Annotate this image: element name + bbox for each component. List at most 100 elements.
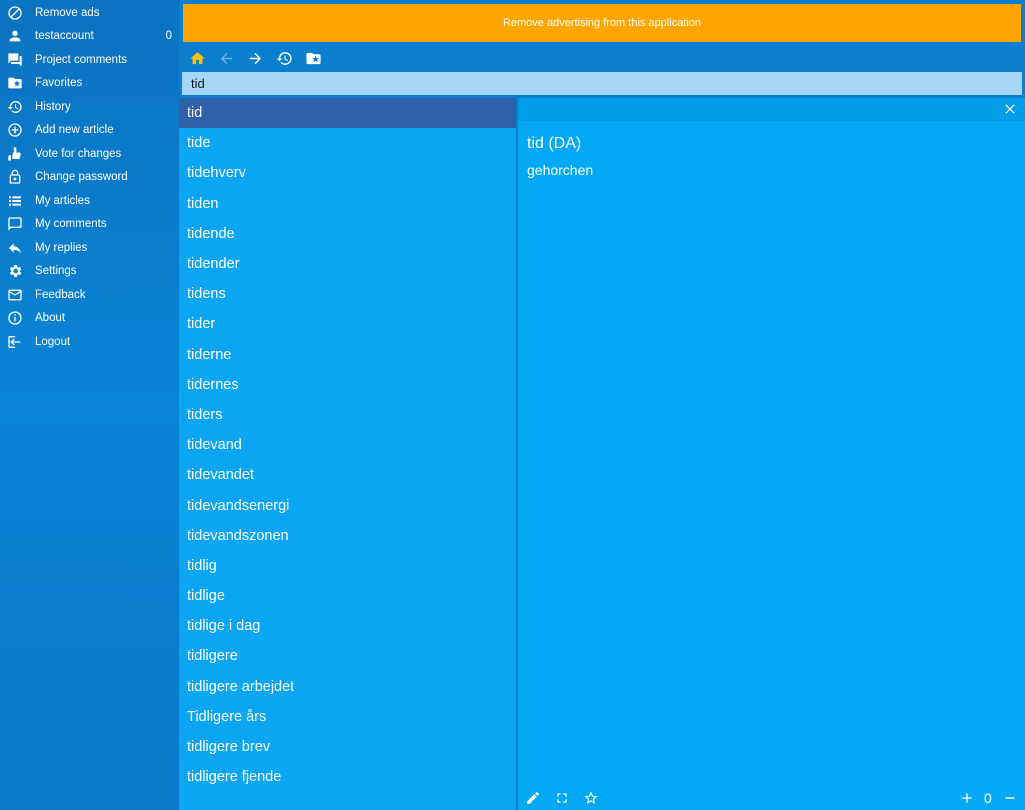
sidebar-item-about[interactable]: About (0, 307, 179, 330)
sidebar-item-vote-for-changes[interactable]: Vote for changes (0, 142, 179, 165)
word-list-item[interactable]: tidlig (179, 551, 516, 581)
block-icon (6, 4, 23, 21)
home-button[interactable] (183, 46, 212, 70)
sidebar-item-history[interactable]: History (0, 95, 179, 118)
back-button[interactable] (212, 46, 241, 70)
word-list-item[interactable]: tidevandsenergi (179, 490, 516, 520)
sidebar-item-my-replies[interactable]: My replies (0, 236, 179, 259)
sidebar-item-label: Feedback (35, 288, 86, 301)
favorites-button[interactable] (299, 46, 328, 70)
gear-icon (6, 263, 23, 280)
word-list-item[interactable]: tiderne (179, 340, 516, 370)
zoom-out-icon (1005, 797, 1015, 799)
sidebar-item-label: Add new article (35, 124, 114, 136)
history-button[interactable] (270, 46, 299, 70)
history-icon (6, 98, 23, 115)
star-icon (584, 791, 598, 804)
sidebar-item-label: Project comments (35, 53, 128, 66)
favorite-folder-icon (306, 52, 321, 64)
fullscreen-icon (557, 793, 567, 803)
word-list-item[interactable]: tidender (179, 249, 516, 279)
sidebar-item-logout[interactable]: Logout (0, 330, 179, 353)
sidebar-item-testaccount[interactable]: testaccount 0 (0, 25, 179, 48)
word-list-item[interactable]: tider (179, 309, 516, 339)
word-list-item[interactable]: tidligere arbejdet (179, 672, 516, 702)
add-circle-icon (6, 122, 23, 139)
sidebar-item-project-comments[interactable]: Project comments (0, 48, 179, 71)
word-list-item[interactable]: tidernes (179, 370, 516, 400)
detail-header (518, 98, 1025, 121)
word-list-item[interactable]: tidligere brev (179, 732, 516, 762)
word-list-item[interactable]: tidende (179, 219, 516, 249)
sidebar-item-label: Vote for changes (35, 147, 122, 160)
sidebar-item-favorites[interactable]: Favorites (0, 72, 179, 95)
word-list-item[interactable]: tid (179, 98, 516, 129)
word-list-item[interactable]: tidevandet (179, 460, 516, 490)
detail-pane: tid (DA) gehorchen 0 (518, 98, 1025, 810)
forward-button[interactable] (241, 46, 270, 70)
sidebar-item-label: History (35, 100, 71, 113)
sidebar-item-label: Settings (35, 265, 77, 277)
zoom-level: 0 (984, 790, 992, 806)
sidebar-item-label: testaccount (35, 30, 94, 42)
zoom-out-button[interactable] (1002, 790, 1018, 806)
zoom-in-button[interactable] (959, 790, 975, 806)
word-list-item[interactable]: Tidligere års (179, 702, 516, 732)
back-arrow-icon (220, 52, 233, 64)
sidebar-item-label: Change password (35, 171, 128, 183)
sidebar-item-label: About (35, 312, 66, 324)
remove-ads-banner[interactable]: Remove advertising from this application (183, 4, 1021, 42)
sidebar-item-settings[interactable]: Settings (0, 260, 179, 283)
word-list-item[interactable]: tidligere fjende (179, 762, 516, 792)
favorite-folder-icon (6, 75, 23, 92)
word-list[interactable]: tid tide tidehverv tiden tidende tidender tide… (179, 98, 516, 810)
word-list-item[interactable]: tidevand (179, 430, 516, 460)
sidebar-item-label: My replies (35, 241, 88, 254)
zoom-in-icon (962, 793, 972, 803)
sidebar-item-label: My comments (35, 218, 107, 230)
sidebar-item-my-comments[interactable]: My comments (0, 213, 179, 236)
article-translation: gehorchen (527, 162, 594, 178)
lock-icon (6, 169, 23, 186)
word-list-item[interactable]: tidlige (179, 581, 516, 611)
toolbar (183, 46, 328, 70)
edit-icon (527, 791, 540, 804)
word-list-item[interactable]: tide (179, 128, 516, 158)
word-list-item[interactable]: tiders (179, 400, 516, 430)
account-count: 0 (165, 30, 172, 42)
word-list-item[interactable]: tidlige i dag (179, 611, 516, 641)
list-icon (6, 192, 23, 209)
word-list-item[interactable]: tidevandszonen (179, 521, 516, 551)
sidebar-item-my-articles[interactable]: My articles (0, 189, 179, 212)
word-list-item[interactable]: tidligere (179, 641, 516, 671)
word-list-item[interactable]: tiden (179, 189, 516, 219)
logout-icon (6, 333, 23, 350)
comments-icon (6, 51, 23, 68)
word-list-item[interactable]: tidehverv (179, 158, 516, 188)
sidebar-item-label: Remove ads (35, 6, 100, 19)
article-title: tid (DA) (527, 135, 582, 152)
vote-icon (6, 145, 23, 162)
info-icon (6, 310, 23, 327)
sidebar-item-change-password[interactable]: Change password (0, 166, 179, 189)
edit-button[interactable] (525, 790, 541, 806)
close-button[interactable] (1002, 101, 1018, 117)
sidebar-item-remove-ads[interactable]: Remove ads (0, 1, 179, 24)
sidebar-item-add-new-article[interactable]: Add new article (0, 119, 179, 142)
sidebar-item-label: Logout (35, 335, 71, 348)
home-icon (190, 51, 205, 64)
sidebar-item-label: My articles (35, 194, 90, 207)
close-icon (1005, 104, 1015, 114)
detail-bottom-bar: 0 (518, 786, 1025, 810)
search-input[interactable] (182, 72, 1022, 95)
sidebar-item-feedback[interactable]: Feedback (0, 283, 179, 306)
mail-icon (6, 286, 23, 303)
favorite-star-button[interactable] (583, 790, 599, 806)
fullscreen-button[interactable] (554, 790, 570, 806)
word-list-item[interactable]: tidens (179, 279, 516, 309)
comment-icon (6, 216, 23, 233)
sidebar: Remove ads testaccount 0 Project comments Fa… (0, 0, 179, 810)
history-icon (276, 51, 292, 65)
forward-arrow-icon (249, 52, 262, 64)
sidebar-item-label: Favorites (35, 77, 83, 89)
